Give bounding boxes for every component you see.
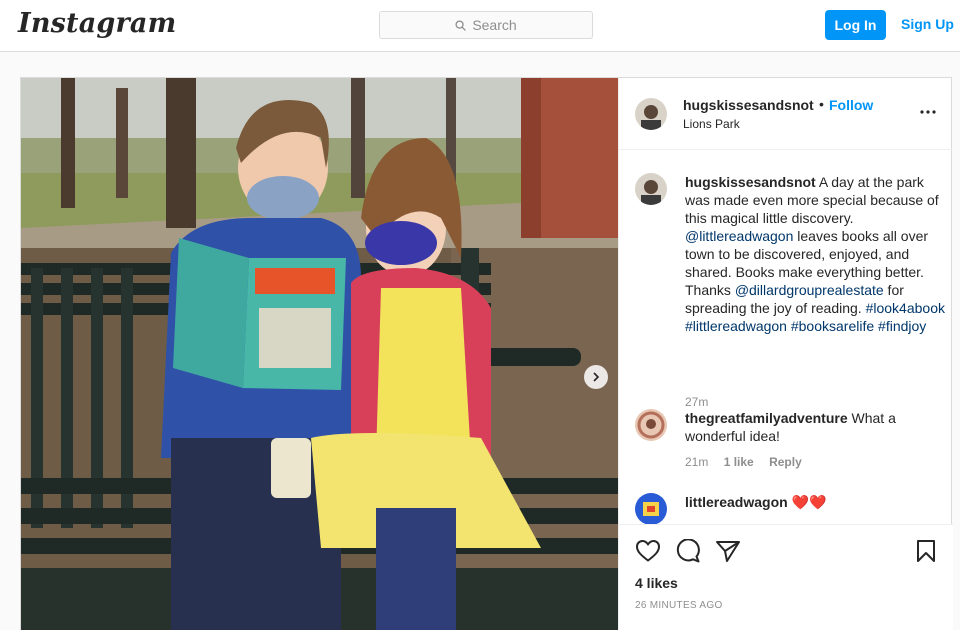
search-icon: [455, 19, 467, 31]
caption-timestamp[interactable]: 27m: [685, 395, 708, 409]
post-photo[interactable]: [21, 78, 618, 630]
post-actions: 4 likes 26 MINUTES AGO: [619, 524, 953, 630]
author-avatar[interactable]: [635, 98, 667, 130]
comment-text: littlereadwagon ❤️❤️: [685, 493, 947, 511]
follow-button[interactable]: Follow: [829, 97, 873, 113]
caption-author-avatar[interactable]: [635, 173, 667, 205]
comment-meta: 21m 1 like Reply: [685, 455, 814, 469]
commenter-username[interactable]: littlereadwagon: [685, 494, 788, 510]
heart-icon[interactable]: [635, 539, 661, 563]
bookmark-icon[interactable]: [915, 539, 937, 563]
likes-count[interactable]: 4 likes: [635, 575, 678, 591]
chevron-right-icon: [593, 372, 600, 382]
comment-item: thegreatfamilyadventure What a wonderful…: [635, 409, 945, 479]
more-options-icon[interactable]: [920, 109, 936, 115]
paper-plane-icon[interactable]: [715, 539, 741, 563]
reply-button[interactable]: Reply: [769, 455, 802, 469]
comment-bubble-icon[interactable]: [675, 539, 701, 563]
comment-text: thegreatfamilyadventure What a wonderful…: [685, 409, 947, 445]
caption-author[interactable]: hugskissesandsnot: [685, 174, 816, 190]
caption-comment: hugskissesandsnot A day at the park was …: [635, 173, 947, 409]
hashtag-link[interactable]: #findjoy: [878, 318, 926, 334]
search-input[interactable]: Search: [379, 11, 593, 39]
next-photo-button[interactable]: [584, 365, 608, 389]
comment-timestamp[interactable]: 21m: [685, 455, 708, 469]
hashtag-link[interactable]: #littlereadwagon: [685, 318, 787, 334]
post-card: hugskissesandsnot • Follow Lions Park hu…: [20, 77, 953, 630]
login-button[interactable]: Log In: [825, 10, 886, 40]
hashtag-link[interactable]: #look4abook: [866, 300, 945, 316]
post-timestamp[interactable]: 26 MINUTES AGO: [635, 600, 723, 611]
signup-link[interactable]: Sign Up: [901, 16, 954, 32]
author-username[interactable]: hugskissesandsnot: [683, 97, 814, 113]
caption-meta: 27m: [685, 395, 720, 409]
comments-list: hugskissesandsnot A day at the park was …: [619, 151, 953, 524]
commenter-avatar[interactable]: [635, 409, 667, 441]
search-placeholder: Search: [472, 17, 517, 33]
hashtag-link[interactable]: #booksarelife: [791, 318, 874, 334]
caption-text: hugskissesandsnot A day at the park was …: [685, 173, 947, 335]
post-header: hugskissesandsnot • Follow Lions Park: [619, 78, 953, 150]
post-photo-illustration: [21, 78, 618, 630]
comment-item: littlereadwagon ❤️❤️: [635, 493, 945, 524]
comment-body: ❤️❤️: [787, 494, 827, 510]
commenter-username[interactable]: thegreatfamilyadventure: [685, 410, 848, 426]
post-side-panel: hugskissesandsnot • Follow Lions Park hu…: [618, 78, 953, 630]
top-navigation-bar: Instagram Search Log In Sign Up: [0, 0, 960, 52]
separator-dot: •: [819, 96, 824, 112]
instagram-logo[interactable]: Instagram: [18, 8, 176, 39]
mention-link[interactable]: @littlereadwagon: [685, 228, 793, 244]
comment-likes[interactable]: 1 like: [724, 455, 754, 469]
post-location[interactable]: Lions Park: [683, 117, 740, 131]
mention-link[interactable]: @dillardgrouprealestate: [735, 282, 884, 298]
commenter-avatar[interactable]: [635, 493, 667, 524]
